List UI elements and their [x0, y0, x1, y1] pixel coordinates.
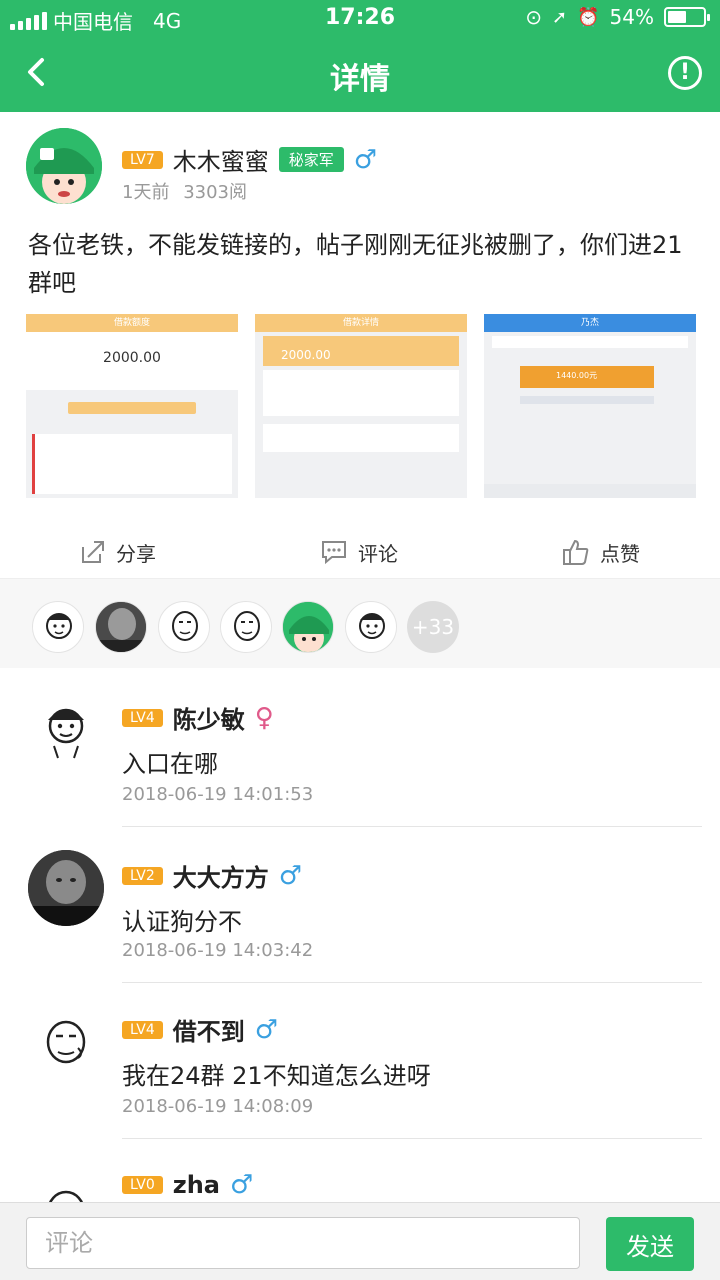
alarm-icon: ⏰ — [577, 6, 600, 28]
liker-avatar[interactable] — [345, 601, 397, 653]
battery-percent: 54% — [609, 5, 654, 29]
comment-input-bar: 发送 — [0, 1202, 720, 1280]
author-level-badge: LV7 — [122, 150, 163, 169]
commenter-level-badge: LV0 — [122, 1176, 163, 1194]
likers-strip: +33 — [0, 578, 720, 668]
info-button[interactable]: ! — [668, 56, 702, 90]
meme-face-icon — [172, 611, 198, 641]
male-gender-icon: ♂ — [353, 144, 378, 175]
liker-avatar[interactable] — [95, 601, 147, 653]
author-group-badge: 秘家军 — [278, 147, 344, 172]
comment-button[interactable]: 评论 — [320, 526, 398, 578]
like-button[interactable]: 点赞 — [562, 526, 640, 578]
comment-text: 我在24群 21不知道怎么进呀 — [122, 1062, 431, 1090]
post-images: 借款额度 2000.00 借款详情 2000.00 乃杰 1440.00元 — [26, 314, 696, 498]
female-gender-icon: ♀ — [254, 702, 274, 733]
male-gender-icon: ♂ — [278, 860, 303, 891]
liker-avatar[interactable] — [220, 601, 272, 653]
page-title: 详情 — [330, 62, 390, 97]
comment-label: 评论 — [358, 541, 398, 566]
post-image[interactable]: 借款额度 2000.00 — [26, 314, 238, 498]
commenter-name[interactable]: zha — [173, 1171, 220, 1199]
meme-face-icon — [48, 708, 84, 759]
liker-avatar[interactable] — [158, 601, 210, 653]
commenter-avatar[interactable] — [28, 850, 104, 926]
meme-face-icon — [96, 602, 146, 652]
share-icon — [82, 541, 104, 563]
commenter-avatar[interactable] — [28, 1008, 104, 1084]
status-bar: 中国电信 4G 17:26 ⊙ ➚ ⏰ 54% — [0, 0, 720, 36]
image-amount: 1440.00元 — [520, 366, 654, 388]
male-gender-icon: ♂ — [230, 1170, 254, 1200]
comment-input[interactable] — [26, 1217, 580, 1269]
share-button[interactable]: 分享 — [80, 526, 156, 578]
author-name[interactable]: 木木蜜蜜 — [173, 142, 269, 177]
comment-divider — [122, 826, 702, 827]
post-content: 各位老铁，不能发链接的，帖子刚刚无征兆被删了，你们进21群吧 — [28, 231, 683, 297]
top-bar: 中国电信 4G 17:26 ⊙ ➚ ⏰ 54% 详情 ! — [0, 0, 720, 112]
info-circle-icon: ! — [679, 60, 691, 85]
image-amount: 2000.00 — [26, 332, 238, 390]
action-bar: 分享 评论 点赞 — [0, 526, 720, 578]
comment-time: 2018-06-19 14:01:53 — [122, 784, 314, 805]
commenter-level-badge: LV2 — [122, 866, 163, 885]
comment-icon — [322, 541, 346, 565]
liker-avatar[interactable] — [282, 601, 334, 653]
image-button-shape — [68, 402, 196, 414]
comment-text: 认证狗分不 — [122, 908, 242, 936]
more-likers-button[interactable]: +33 — [407, 601, 459, 653]
location-icon: ➚ — [552, 6, 568, 28]
nav-bar: 详情 ! — [0, 36, 720, 112]
image-amount: 2000.00 — [263, 336, 459, 366]
post-image[interactable]: 乃杰 1440.00元 — [484, 314, 696, 498]
post-image[interactable]: 借款详情 2000.00 — [255, 314, 467, 498]
rotation-lock-icon: ⊙ — [525, 5, 543, 29]
comment-divider — [122, 982, 702, 983]
image-header: 乃杰 — [484, 314, 696, 332]
comment-time: 2018-06-19 14:08:09 — [122, 1096, 314, 1117]
commenter-name[interactable]: 大大方方 — [173, 858, 269, 893]
image-header: 借款额度 — [26, 314, 238, 332]
liker-avatar[interactable] — [32, 601, 84, 653]
like-label: 点赞 — [600, 541, 640, 566]
meme-face-icon — [28, 850, 104, 926]
helmet-avatar-icon — [26, 128, 102, 204]
meme-face-icon — [359, 613, 385, 639]
meme-face-icon — [46, 1020, 86, 1064]
share-label: 分享 — [116, 541, 156, 566]
commenter-level-badge: LV4 — [122, 708, 163, 727]
send-button[interactable]: 发送 — [606, 1217, 694, 1271]
author-avatar[interactable] — [26, 128, 102, 204]
post-views: 3303阅 — [183, 182, 247, 203]
meme-face-icon — [234, 611, 260, 641]
meme-face-icon — [46, 613, 72, 639]
male-gender-icon: ♂ — [254, 1014, 279, 1045]
post-meta: 1天前 3303阅 — [122, 178, 247, 204]
comment-divider — [122, 1138, 702, 1139]
commenter-name[interactable]: 借不到 — [173, 1012, 245, 1047]
battery-fill — [668, 11, 686, 23]
helmet-avatar-icon — [283, 602, 333, 652]
image-header: 借款详情 — [255, 314, 467, 332]
battery-icon — [664, 7, 710, 27]
comment-text: 入口在哪 — [122, 750, 218, 778]
comment-time: 2018-06-19 14:03:42 — [122, 940, 314, 961]
post-time: 1天前 — [122, 182, 170, 203]
commenter-avatar[interactable] — [28, 692, 104, 768]
commenter-name[interactable]: 陈少敏 — [173, 700, 245, 735]
commenter-level-badge: LV4 — [122, 1020, 163, 1039]
thumbs-up-icon — [563, 539, 589, 565]
